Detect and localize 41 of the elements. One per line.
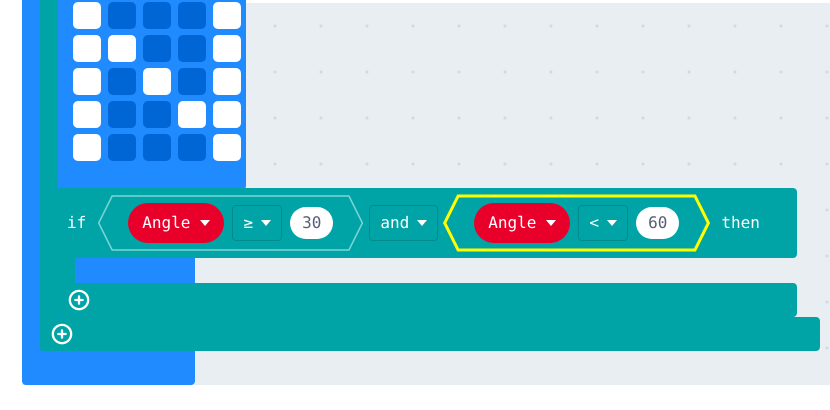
led-cell[interactable] bbox=[178, 134, 206, 161]
if-keyword: if bbox=[67, 212, 86, 234]
comparison-block[interactable]: Angle ≥ 30 bbox=[96, 194, 366, 252]
led-cell[interactable] bbox=[73, 134, 101, 161]
led-cell[interactable] bbox=[213, 35, 241, 62]
then-keyword: then bbox=[721, 212, 760, 234]
led-cell[interactable] bbox=[143, 134, 171, 161]
led-cell[interactable] bbox=[178, 35, 206, 62]
caret-icon bbox=[261, 220, 272, 226]
led-cell[interactable] bbox=[108, 134, 136, 161]
led-cell[interactable] bbox=[143, 68, 171, 95]
caret-icon bbox=[200, 220, 210, 226]
comparison-block[interactable]: Angle < 60 bbox=[442, 194, 712, 252]
add-icon[interactable] bbox=[51, 323, 73, 345]
caret-icon bbox=[546, 220, 556, 226]
led-cell[interactable] bbox=[73, 2, 101, 29]
variable-dropdown[interactable]: Angle bbox=[474, 203, 570, 243]
led-cell[interactable] bbox=[143, 2, 171, 29]
led-cell[interactable] bbox=[143, 101, 171, 128]
led-cell[interactable] bbox=[73, 101, 101, 128]
comparison-dropdown[interactable]: ≥ bbox=[232, 205, 282, 241]
led-cell[interactable] bbox=[178, 68, 206, 95]
variable-dropdown[interactable]: Angle bbox=[128, 203, 224, 243]
led-cell[interactable] bbox=[108, 35, 136, 62]
led-cell[interactable] bbox=[108, 68, 136, 95]
led-cell[interactable] bbox=[73, 68, 101, 95]
caret-icon bbox=[607, 220, 618, 226]
add-icon[interactable] bbox=[68, 289, 90, 311]
led-cell[interactable] bbox=[213, 68, 241, 95]
led-cell[interactable] bbox=[178, 2, 206, 29]
led-cell[interactable] bbox=[213, 134, 241, 161]
comparison-dropdown[interactable]: < bbox=[578, 205, 628, 241]
led-cell[interactable] bbox=[108, 101, 136, 128]
caret-icon bbox=[417, 220, 428, 226]
led-cell[interactable] bbox=[143, 35, 171, 62]
led-cell[interactable] bbox=[73, 35, 101, 62]
led-cell[interactable] bbox=[178, 101, 206, 128]
operator-dropdown[interactable]: and bbox=[369, 205, 438, 241]
led-cell[interactable] bbox=[108, 2, 136, 29]
led-cell[interactable] bbox=[213, 101, 241, 128]
led-cell[interactable] bbox=[213, 2, 241, 29]
